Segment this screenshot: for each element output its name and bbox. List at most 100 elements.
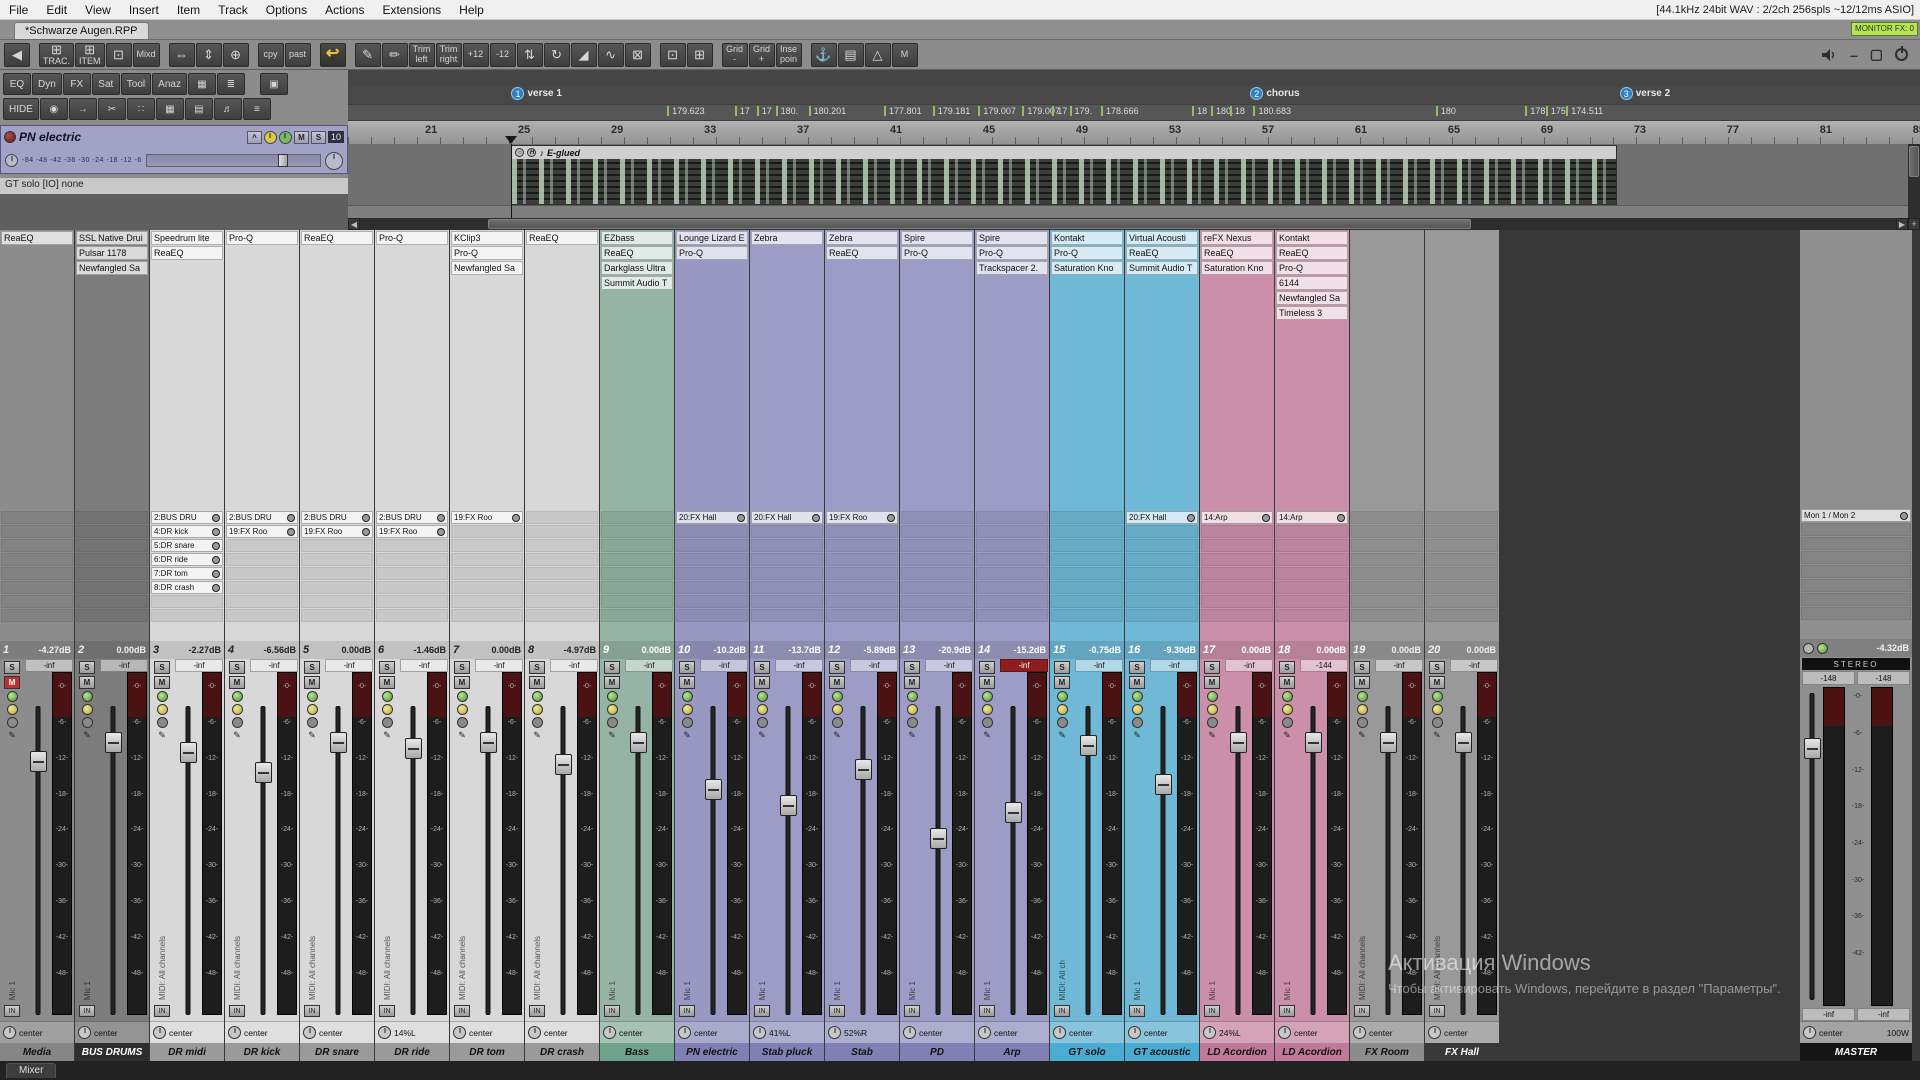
envelope-icon[interactable]: ✎ (233, 730, 241, 741)
monitor-icon[interactable] (1132, 691, 1143, 702)
empty-send-slot[interactable] (676, 525, 748, 538)
empty-send-slot[interactable] (826, 525, 898, 538)
tcp-fader-handle[interactable] (278, 154, 288, 167)
menu-item[interactable]: Item (168, 0, 209, 19)
select-tracks-button[interactable]: ⊞ (687, 43, 713, 67)
empty-send-slot[interactable] (1126, 553, 1198, 566)
empty-send-slot[interactable] (1051, 581, 1123, 594)
volume-fader[interactable] (36, 706, 41, 1015)
empty-send-slot[interactable] (1351, 525, 1423, 538)
empty-send-slot[interactable] (601, 595, 673, 608)
empty-send-slot[interactable] (376, 539, 448, 552)
meter-readout[interactable]: -inf (25, 659, 73, 672)
empty-send-slot[interactable] (1276, 567, 1348, 580)
empty-send-slot[interactable] (376, 581, 448, 594)
envelope-button[interactable]: ∿ (598, 43, 624, 67)
monitor-icon[interactable] (232, 691, 243, 702)
project-marker[interactable]: 3verse 2 (1620, 87, 1670, 100)
pencil-tool-button[interactable]: ✎ (355, 43, 381, 67)
fader-handle[interactable] (1080, 735, 1097, 756)
fx-insert[interactable]: Summit Audio T (601, 276, 673, 290)
solo-button[interactable]: S (1054, 661, 1070, 674)
mute-button[interactable]: M (904, 676, 920, 689)
empty-send-slot[interactable] (76, 567, 148, 580)
meter-readout[interactable]: -inf (250, 659, 298, 672)
pan-value[interactable]: 14%L (394, 1028, 416, 1038)
fx-knob-icon[interactable] (307, 704, 318, 715)
empty-send-slot[interactable] (301, 581, 373, 594)
fx-knob-icon[interactable] (1357, 704, 1368, 715)
empty-send-slot[interactable] (826, 539, 898, 552)
monitor-icon[interactable] (157, 691, 168, 702)
pan-value[interactable]: center (319, 1028, 343, 1038)
pan-value[interactable]: center (1369, 1028, 1393, 1038)
empty-send-slot[interactable] (751, 609, 823, 622)
empty-send-slot[interactable] (1351, 539, 1423, 552)
phase-icon[interactable] (157, 717, 168, 728)
horizontal-scrollbar[interactable]: ◀ ▶ (348, 218, 1908, 230)
fx-insert[interactable]: Pro-Q (451, 246, 523, 260)
scroll-left-button[interactable]: ◀ (348, 218, 360, 230)
solo-button[interactable]: S (1429, 661, 1445, 674)
master-fader-handle[interactable] (1804, 738, 1821, 759)
empty-send-slot[interactable] (451, 609, 523, 622)
volume-fader[interactable] (336, 706, 341, 1015)
track-name[interactable]: Arp (975, 1043, 1049, 1061)
meter-readout[interactable]: -inf (550, 659, 598, 672)
mute-button[interactable]: M (1429, 676, 1445, 689)
master-speaker-icon[interactable] (1817, 643, 1828, 654)
record-arm-icon[interactable] (4, 131, 16, 143)
monitor-icon[interactable] (1057, 691, 1068, 702)
empty-send-slot[interactable] (751, 525, 823, 538)
track-name[interactable]: Stab pluck (750, 1043, 824, 1061)
envelope-icon[interactable]: ✎ (1283, 730, 1291, 741)
envelope-icon[interactable]: ✎ (308, 730, 316, 741)
phase-icon[interactable] (7, 717, 18, 728)
input-button[interactable]: IN (529, 1005, 545, 1017)
matrix-button[interactable]: ▦ (188, 73, 216, 95)
volume-fader[interactable] (1011, 706, 1016, 1015)
empty-send-slot[interactable] (1801, 593, 1911, 606)
empty-send-slot[interactable] (76, 609, 148, 622)
fx-insert[interactable]: ReaEQ (601, 246, 673, 260)
monitor-icon[interactable] (1207, 691, 1218, 702)
input-button[interactable]: IN (1354, 1005, 1370, 1017)
meter-readout[interactable]: -144 (1300, 659, 1348, 672)
phase-icon[interactable] (382, 717, 393, 728)
input-button[interactable]: IN (979, 1005, 995, 1017)
group-small-button[interactable]: ⊡ (106, 43, 132, 67)
input-button[interactable]: IN (79, 1005, 95, 1017)
fx-insert[interactable]: Newfangled Sa (1276, 291, 1348, 305)
send-slot[interactable]: 4:DR kick (151, 525, 223, 538)
route-button[interactable]: → (69, 98, 97, 120)
monitor-icon[interactable] (7, 691, 18, 702)
fx-knob-icon[interactable] (382, 704, 393, 715)
hscroll-handle[interactable] (488, 219, 1471, 229)
track-name[interactable]: GT solo (1050, 1043, 1124, 1061)
send-slot[interactable]: 8:DR crash (151, 581, 223, 594)
envelope-icon[interactable]: ✎ (8, 730, 16, 741)
fx-insert[interactable]: Virtual Acousti (1126, 231, 1198, 245)
master-mono-icon[interactable] (1803, 643, 1814, 654)
volume-fader[interactable] (1161, 706, 1166, 1015)
trim-right-button[interactable]: Trim right (436, 43, 462, 67)
back-button[interactable]: ◀ (4, 43, 30, 67)
empty-send-slot[interactable] (76, 511, 148, 524)
empty-send-slot[interactable] (1126, 539, 1198, 552)
empty-send-slot[interactable] (1051, 595, 1123, 608)
empty-send-slot[interactable] (1801, 565, 1911, 578)
mute-button[interactable]: M (4, 676, 20, 689)
empty-send-slot[interactable] (1126, 581, 1198, 594)
marker-lane[interactable]: 1verse 12chorus3verse 2 (348, 86, 1920, 104)
empty-send-slot[interactable] (1801, 523, 1911, 536)
solo-button[interactable]: S (979, 661, 995, 674)
dyn-button[interactable]: Dyn (32, 73, 62, 95)
empty-send-slot[interactable] (301, 609, 373, 622)
input-button[interactable]: IN (229, 1005, 245, 1017)
empty-send-slot[interactable] (1351, 609, 1423, 622)
monitor-icon[interactable] (82, 691, 93, 702)
menu-track[interactable]: Track (209, 0, 257, 19)
master-pan-value[interactable]: center (1819, 1028, 1843, 1038)
master-width-value[interactable]: 100W (1887, 1028, 1909, 1038)
fader-handle[interactable] (105, 732, 122, 753)
